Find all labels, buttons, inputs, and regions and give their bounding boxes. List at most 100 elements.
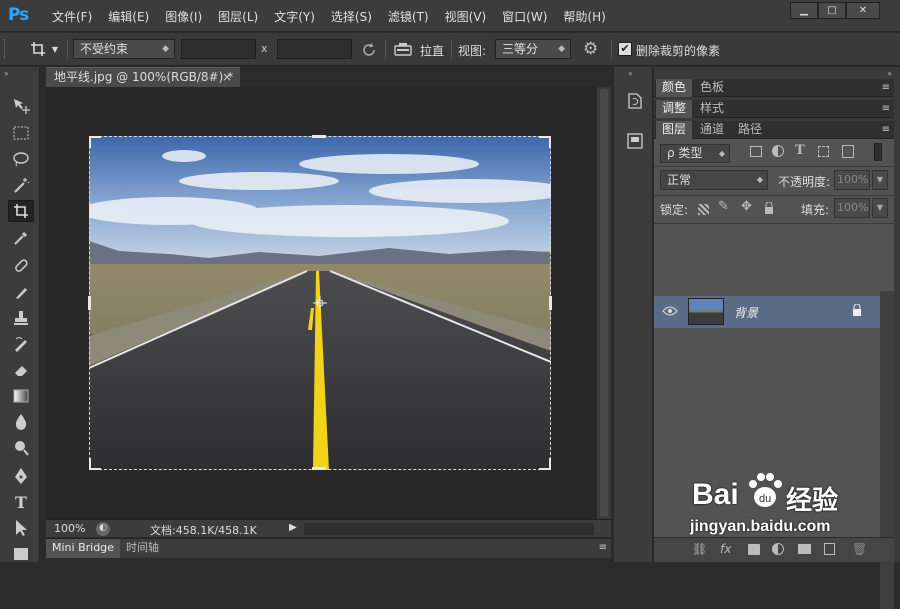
menu-layer[interactable]: 图层(L) [210,8,266,25]
pen-tool-icon[interactable] [8,465,34,487]
magic-wand-tool-icon[interactable] [8,174,34,196]
filter-pixel-icon[interactable] [750,146,762,157]
crop-handle-bottom-right[interactable] [539,458,551,470]
crop-handle-bottom[interactable] [312,467,326,470]
tab-timeline[interactable]: 时间轴 [120,539,165,558]
gradient-tool-icon[interactable] [8,385,34,407]
healing-brush-tool-icon[interactable] [8,255,34,277]
view-select[interactable]: 三等分 ◆ [495,39,571,59]
tab-styles[interactable]: 样式 [694,100,730,118]
new-adjustment-icon[interactable] [772,543,784,555]
share-icon[interactable]: ◐ [96,522,110,536]
crop-center-icon[interactable] [313,296,327,310]
blend-mode-select[interactable]: 正常 ◆ [660,170,768,190]
link-layers-icon[interactable]: ⛓ [692,542,707,556]
crop-handle-bottom-left[interactable] [89,458,101,470]
new-layer-icon[interactable] [824,543,835,555]
filter-smart-object-icon[interactable] [842,145,854,158]
tab-swatches[interactable]: 色板 [694,79,730,97]
layer-name[interactable]: 背景 [734,304,758,321]
horizontal-scrollbar[interactable] [304,523,594,535]
tab-adjustments[interactable]: 调整 [656,100,693,118]
opacity-input[interactable]: 100% [834,170,870,190]
blur-tool-icon[interactable] [8,411,34,433]
brush-tool-icon[interactable] [8,281,34,303]
stamp-tool-icon[interactable] [8,307,34,329]
straighten-label[interactable]: 拉直 [420,42,444,59]
layer-filter-select[interactable]: ρ 类型 ◆ [660,144,730,163]
crop-handle-right[interactable] [549,296,552,310]
add-mask-icon[interactable] [748,544,760,555]
fill-input[interactable]: 100% [834,198,870,218]
layer-row[interactable]: 背景 [654,296,880,328]
filter-adjustment-icon[interactable] [772,145,784,157]
crop-handle-top-left[interactable] [89,136,101,148]
minimize-button[interactable]: ▁ [790,2,818,19]
crop-handle-top[interactable] [312,135,326,138]
play-arrow-icon[interactable]: ▶ [289,522,297,533]
maximize-button[interactable]: □ [818,2,846,19]
lock-image-icon[interactable]: ✎ [718,199,729,214]
menu-select[interactable]: 选择(S) [323,8,380,25]
panel-menu-icon[interactable]: ≡ [599,542,607,553]
tab-color[interactable]: 颜色 [656,79,693,97]
crop-handle-left[interactable] [88,296,91,310]
swap-icon[interactable] [360,41,378,59]
menu-filter[interactable]: 滤镜(T) [380,8,437,25]
tab-layers[interactable]: 图层 [656,121,693,139]
menu-edit[interactable]: 编辑(E) [100,8,157,25]
tab-channels[interactable]: 通道 [694,121,730,139]
expand-icon[interactable]: » [4,69,9,78]
menu-window[interactable]: 窗口(W) [494,8,555,25]
history-brush-tool-icon[interactable] [8,333,34,355]
lock-position-icon[interactable]: ✥ [741,199,752,214]
gear-icon[interactable]: ⚙ [583,39,605,61]
eyedropper-tool-icon[interactable] [8,227,34,249]
lock-all-icon[interactable] [764,201,774,214]
menu-image[interactable]: 图像(I) [157,8,210,25]
opacity-dropdown-arrow[interactable]: ▼ [872,170,888,190]
path-selection-tool-icon[interactable] [8,517,34,539]
lasso-tool-icon[interactable] [8,148,34,170]
collapse-panels-icon[interactable]: » [887,69,892,78]
close-button[interactable]: ✕ [846,2,880,19]
move-tool-icon[interactable] [8,95,34,117]
straighten-icon[interactable] [393,41,413,57]
menu-view[interactable]: 视图(V) [437,8,495,25]
new-group-icon[interactable] [798,544,811,554]
filter-shape-icon[interactable] [818,146,829,157]
crop-handle-top-right[interactable] [539,136,551,148]
menu-file[interactable]: 文件(F) [44,8,100,25]
vertical-scrollbar[interactable] [597,87,611,519]
crop-tool-icon[interactable] [8,200,34,222]
crop-tool-preset[interactable]: ▼ [22,37,66,61]
delete-layer-icon[interactable]: 🗑 [852,542,867,556]
eraser-tool-icon[interactable] [8,359,34,381]
collapse-icon[interactable]: « [628,69,633,78]
delete-cropped-checkbox[interactable]: ✔ [618,42,632,56]
lock-transparent-icon[interactable] [698,204,709,215]
panel-menu-icon[interactable]: ≡ [882,82,890,93]
scroll-thumb[interactable] [600,89,608,517]
zoom-level[interactable]: 100% [54,522,85,535]
document-tab[interactable]: 地平线.jpg @ 100%(RGB/8#) * × [46,67,240,87]
marquee-tool-icon[interactable] [8,122,34,144]
menu-help[interactable]: 帮助(H) [555,8,613,25]
dodge-tool-icon[interactable] [8,437,34,459]
properties-panel-icon[interactable] [625,131,645,151]
eye-icon[interactable] [662,304,678,318]
width-input[interactable] [181,39,256,59]
layer-style-icon[interactable]: fx [720,542,731,556]
ratio-select[interactable]: 不受约束 ◆ [73,39,175,59]
height-input[interactable] [277,39,352,59]
panel-menu-icon[interactable]: ≡ [882,103,890,114]
history-panel-icon[interactable] [625,91,645,111]
filter-type-icon[interactable]: T [795,143,805,158]
close-tab-icon[interactable]: × [222,68,232,87]
filter-toggle[interactable] [874,143,882,161]
type-tool-icon[interactable]: T [8,491,34,513]
menu-type[interactable]: 文字(Y) [266,8,323,25]
tab-mini-bridge[interactable]: Mini Bridge [46,539,120,558]
tab-paths[interactable]: 路径 [732,121,768,139]
panel-menu-icon[interactable]: ≡ [882,124,890,135]
